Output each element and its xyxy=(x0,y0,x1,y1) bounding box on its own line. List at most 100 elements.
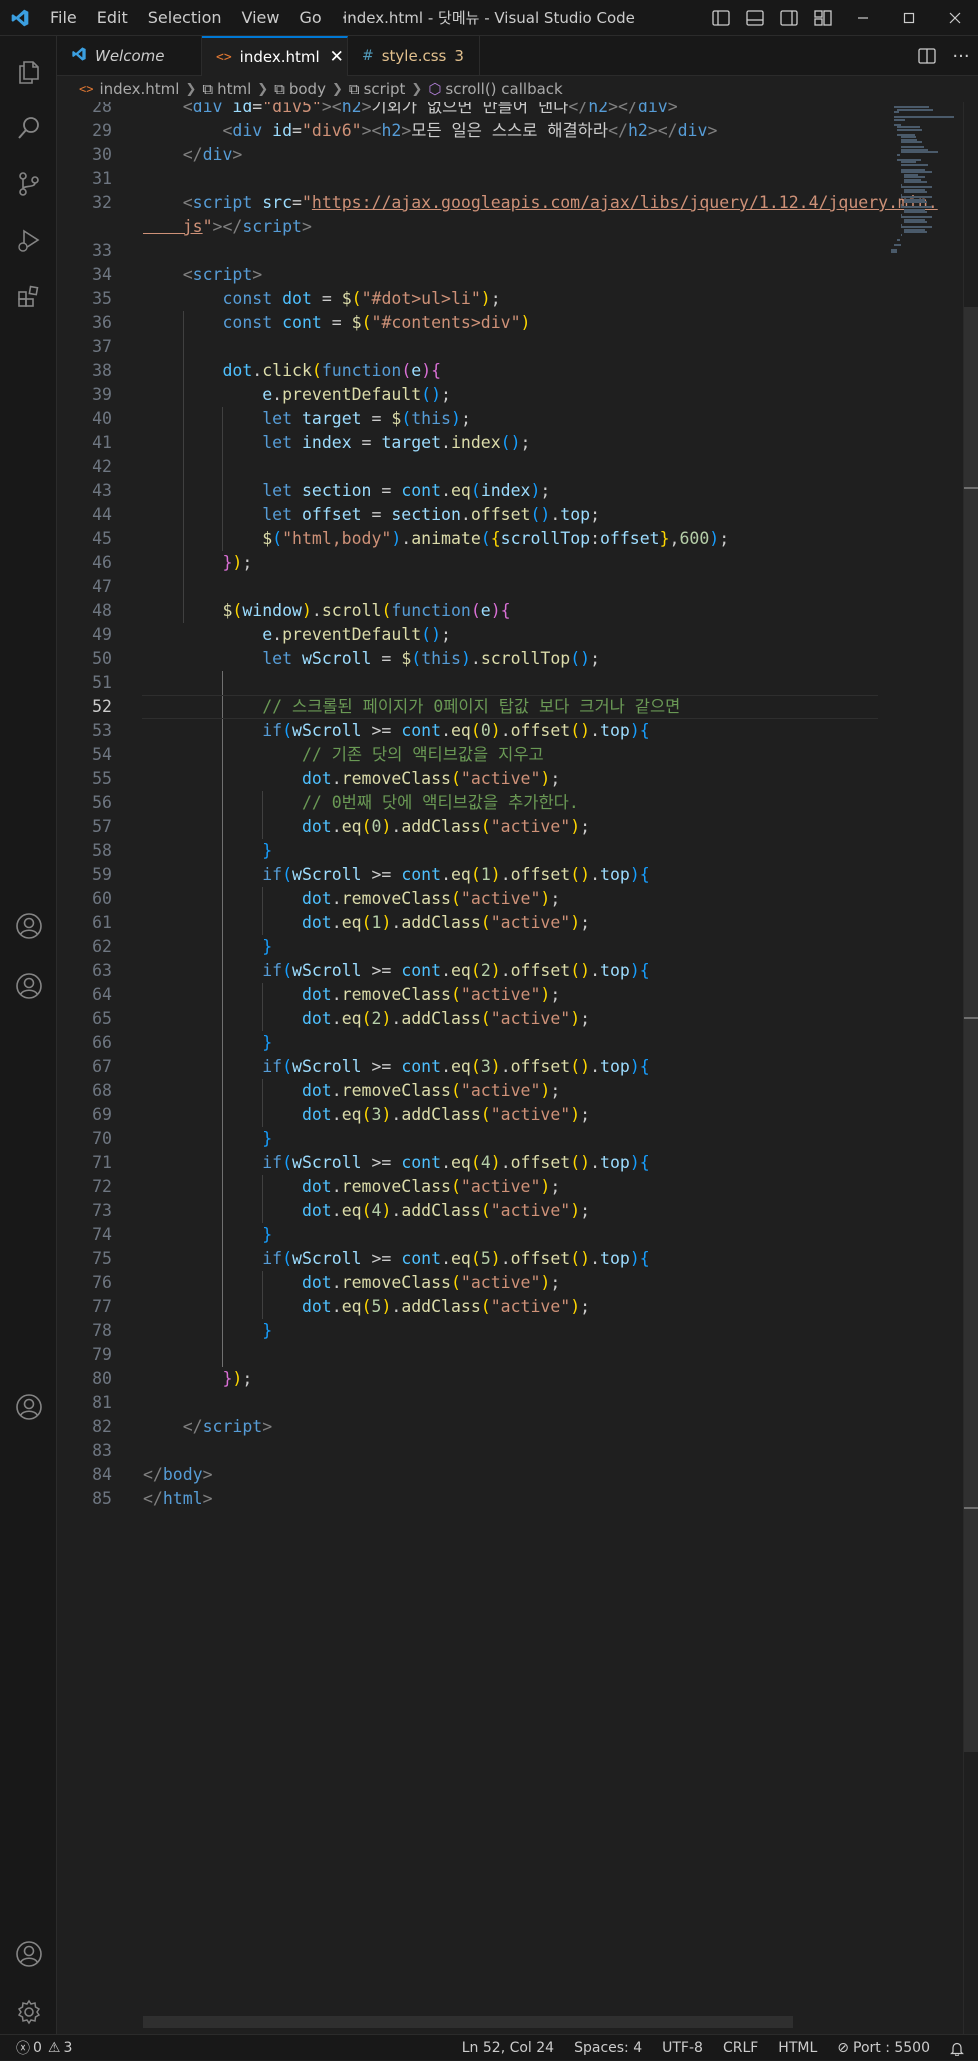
code-line[interactable]: 45 $("html,body").animate({scrollTop:off… xyxy=(57,527,877,551)
split-editor-icon[interactable] xyxy=(910,38,944,74)
code-line[interactable]: 78 } xyxy=(57,1319,877,1343)
code-line[interactable]: 49 e.preventDefault(); xyxy=(57,623,877,647)
code-line[interactable]: 68 dot.removeClass("active"); xyxy=(57,1079,877,1103)
code-line[interactable]: 34 <script> xyxy=(57,263,877,287)
more-actions-icon[interactable]: ··· xyxy=(944,38,978,74)
code-line[interactable]: 80 }); xyxy=(57,1367,877,1391)
horizontal-scrollbar[interactable] xyxy=(143,2016,793,2028)
source-control-icon[interactable] xyxy=(0,156,57,212)
code-line[interactable]: 55 dot.removeClass("active"); xyxy=(57,767,877,791)
notifications-bell-icon[interactable] xyxy=(950,2041,964,2056)
code-line[interactable]: 43 let section = cont.eq(index); xyxy=(57,479,877,503)
code-line[interactable]: 53 if(wScroll >= cont.eq(0).offset().top… xyxy=(57,719,877,743)
code-line[interactable]: 51 xyxy=(57,671,877,695)
code-line[interactable]: 52 // 스크롤된 페이지가 0페이지 탑값 보다 크거나 같으면 xyxy=(57,695,877,719)
language-mode[interactable]: HTML xyxy=(778,2040,817,2056)
toggle-primary-sidebar-icon[interactable] xyxy=(704,0,738,36)
minimap[interactable] xyxy=(877,102,967,2034)
code-line[interactable]: 77 dot.eq(5).addClass("active"); xyxy=(57,1295,877,1319)
account-icon[interactable] xyxy=(0,958,57,1014)
search-icon[interactable] xyxy=(0,100,57,156)
code-line[interactable]: 65 dot.eq(2).addClass("active"); xyxy=(57,1007,877,1031)
code-line[interactable]: 48 $(window).scroll(function(e){ xyxy=(57,599,877,623)
code-line[interactable]: 50 let wScroll = $(this).scrollTop(); xyxy=(57,647,877,671)
explorer-icon[interactable] xyxy=(0,44,57,100)
code-line[interactable]: 67 if(wScroll >= cont.eq(3).offset().top… xyxy=(57,1055,877,1079)
code-line[interactable]: 32 <script src="https://ajax.googleapis.… xyxy=(57,191,938,215)
end-of-line[interactable]: CRLF xyxy=(723,2040,758,2056)
encoding[interactable]: UTF-8 xyxy=(662,2040,703,2056)
code-line[interactable]: 30 </div> xyxy=(57,143,877,167)
code-line[interactable]: 42 xyxy=(57,455,877,479)
code-line[interactable]: 76 dot.removeClass("active"); xyxy=(57,1271,877,1295)
scrollbar-thumb[interactable] xyxy=(964,307,978,1752)
code-line[interactable]: 62 } xyxy=(57,935,877,959)
code-line[interactable]: 84 </body> xyxy=(57,1463,877,1487)
code-line[interactable]: 37 xyxy=(57,335,877,359)
code-line[interactable]: 63 if(wScroll >= cont.eq(2).offset().top… xyxy=(57,959,877,983)
code-line[interactable]: 41 let index = target.index(); xyxy=(57,431,877,455)
code-line[interactable]: 38 dot.click(function(e){ xyxy=(57,359,877,383)
close-icon[interactable]: ✕ xyxy=(330,47,344,67)
code-line[interactable]: 28 <div id="div5"><h2>기회가 없으면 만들어 낸다</h2… xyxy=(57,102,877,119)
code-line[interactable]: 44 let offset = section.offset().top; xyxy=(57,503,877,527)
menu-go[interactable]: Go xyxy=(289,8,331,27)
tab-index-html[interactable]: <> index.html ✕ xyxy=(202,36,348,76)
breadcrumb-html[interactable]: ⧉ html xyxy=(202,80,251,98)
minimize-button[interactable] xyxy=(840,0,886,36)
vertical-scrollbar[interactable] xyxy=(963,102,978,2034)
extensions-icon[interactable] xyxy=(0,268,57,324)
run-debug-icon[interactable] xyxy=(0,212,57,268)
code-line[interactable]: 73 dot.eq(4).addClass("active"); xyxy=(57,1199,877,1223)
customize-layout-icon[interactable] xyxy=(806,0,840,36)
code-line[interactable]: 64 dot.removeClass("active"); xyxy=(57,983,877,1007)
code-line[interactable]: 47 xyxy=(57,575,877,599)
code-line[interactable]: 72 dot.removeClass("active"); xyxy=(57,1175,877,1199)
code-line[interactable]: 81 xyxy=(57,1391,877,1415)
code-line[interactable]: 75 if(wScroll >= cont.eq(5).offset().top… xyxy=(57,1247,877,1271)
account-icon[interactable] xyxy=(0,898,57,954)
breadcrumb-callback[interactable]: ⬡ scroll() callback xyxy=(428,80,562,98)
code-editor[interactable]: 28 <div id="div5"><h2>기회가 없으면 만들어 낸다</h2… xyxy=(57,102,978,2034)
code-line[interactable]: 40 let target = $(this); xyxy=(57,407,877,431)
code-line[interactable]: 69 dot.eq(3).addClass("active"); xyxy=(57,1103,877,1127)
code-line[interactable]: 83 xyxy=(57,1439,877,1463)
maximize-button[interactable] xyxy=(886,0,932,36)
code-line[interactable]: 29 <div id="div6"><h2>모든 일은 스스로 해결하라</h2… xyxy=(57,119,877,143)
code-line[interactable]: 59 if(wScroll >= cont.eq(1).offset().top… xyxy=(57,863,877,887)
breadcrumb-script[interactable]: ⧉ script xyxy=(349,80,406,98)
code-line[interactable]: 54 // 기존 닷의 액티브값을 지우고 xyxy=(57,743,877,767)
code-line[interactable]: 36 const cont = $("#contents>div") xyxy=(57,311,877,335)
menu-edit[interactable]: Edit xyxy=(87,8,138,27)
toggle-secondary-sidebar-icon[interactable] xyxy=(772,0,806,36)
menu-more[interactable]: ··· xyxy=(332,8,367,27)
close-window-button[interactable] xyxy=(932,0,978,36)
problems-indicator[interactable]: ⓧ 0 ⚠ 3 xyxy=(16,2038,72,2058)
indentation[interactable]: Spaces: 4 xyxy=(574,2040,642,2056)
code-line[interactable]: 61 dot.eq(1).addClass("active"); xyxy=(57,911,877,935)
menu-selection[interactable]: Selection xyxy=(138,8,232,27)
code-line[interactable]: 35 const dot = $("#dot>ul>li"); xyxy=(57,287,877,311)
code-line[interactable]: 74 } xyxy=(57,1223,877,1247)
code-line[interactable]: 60 dot.removeClass("active"); xyxy=(57,887,877,911)
code-line[interactable]: js"></script> xyxy=(57,215,877,239)
tab-style-css[interactable]: # style.css 3 xyxy=(348,36,480,76)
code-line[interactable]: 46 }); xyxy=(57,551,877,575)
code-line[interactable]: 31 xyxy=(57,167,877,191)
code-line[interactable]: 79 xyxy=(57,1343,877,1367)
breadcrumb-body[interactable]: ⧉ body xyxy=(274,80,326,98)
code-line[interactable]: 85 </html> xyxy=(57,1487,877,1511)
breadcrumb-file[interactable]: <> index.html xyxy=(79,80,179,98)
gear-icon[interactable] xyxy=(0,1984,57,2040)
cursor-position[interactable]: Ln 52, Col 24 xyxy=(462,2040,554,2056)
code-line[interactable]: 71 if(wScroll >= cont.eq(4).offset().top… xyxy=(57,1151,877,1175)
toggle-panel-icon[interactable] xyxy=(738,0,772,36)
menu-file[interactable]: File xyxy=(40,8,87,27)
code-line[interactable]: 66 } xyxy=(57,1031,877,1055)
tab-welcome[interactable]: Welcome xyxy=(57,36,202,76)
live-server-port[interactable]: ⊘ Port : 5500 xyxy=(837,2040,930,2056)
code-line[interactable]: 39 e.preventDefault(); xyxy=(57,383,877,407)
menu-view[interactable]: View xyxy=(232,8,290,27)
code-line[interactable]: 58 } xyxy=(57,839,877,863)
code-line[interactable]: 33 xyxy=(57,239,877,263)
